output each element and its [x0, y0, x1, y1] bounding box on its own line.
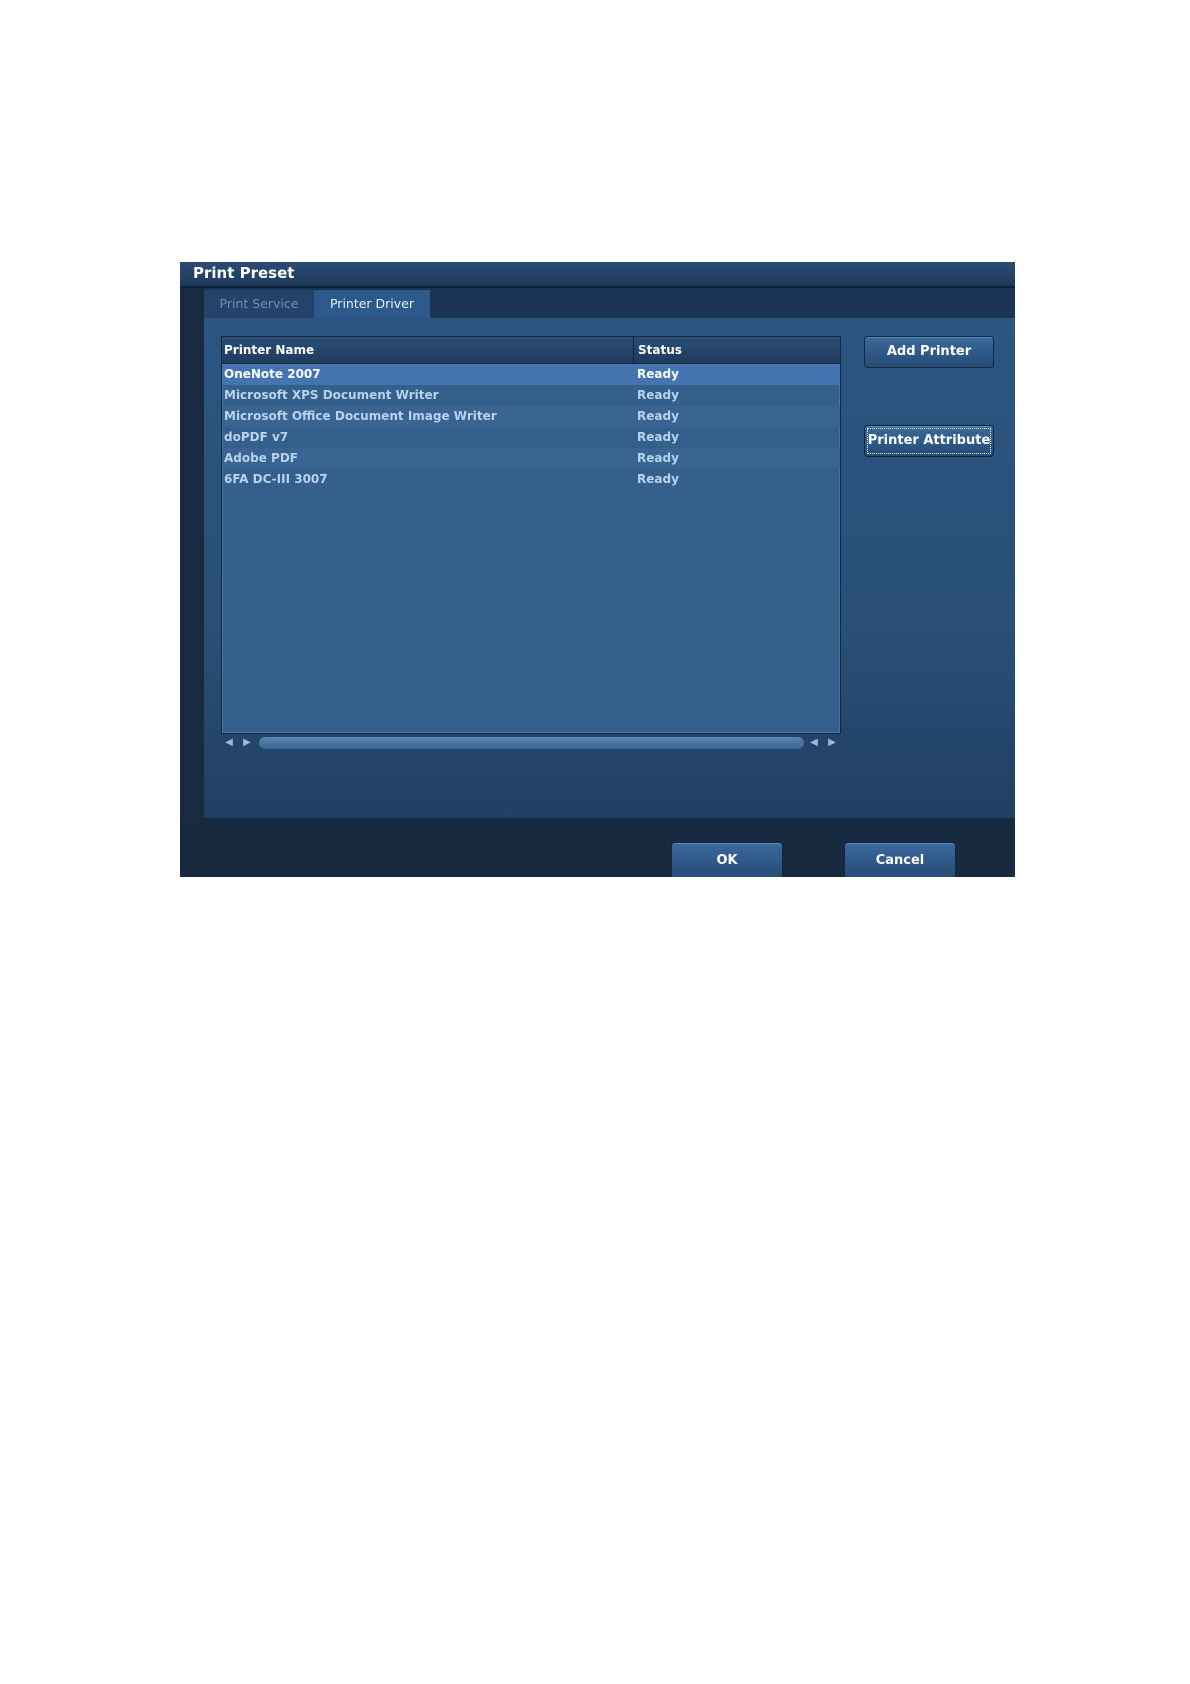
printer-status: Ready [637, 451, 679, 465]
printer-name: Microsoft Office Document Image Writer [224, 409, 497, 423]
tab-content-panel: Printer Name Status OneNote 2007 Ready M… [204, 318, 1015, 818]
scroll-right-button[interactable]: ▶ [239, 735, 255, 751]
printer-name: 6FA DC-III 3007 [224, 472, 328, 486]
printer-attribute-button[interactable]: Printer Attribute [864, 425, 994, 457]
triangle-right-icon: ▶ [828, 737, 836, 748]
dialog-titlebar: Print Preset [180, 262, 1015, 288]
printer-name: OneNote 2007 [224, 367, 321, 381]
dialog-footer: OK Cancel [180, 818, 1015, 877]
printer-name: Microsoft XPS Document Writer [224, 388, 439, 402]
column-header-status[interactable]: Status [638, 343, 682, 357]
column-header-printer-name[interactable]: Printer Name [224, 343, 314, 357]
print-preset-dialog: Print Preset Print Service Printer Drive… [180, 262, 1015, 877]
printer-status: Ready [637, 388, 679, 402]
printer-list-header: Printer Name Status [222, 337, 840, 364]
printer-name: Adobe PDF [224, 451, 298, 465]
dialog-title: Print Preset [193, 264, 295, 282]
scroll-right-button[interactable]: ▶ [824, 735, 840, 751]
triangle-right-icon: ▶ [243, 737, 251, 748]
scroll-thumb[interactable] [259, 737, 804, 749]
printer-status: Ready [637, 472, 679, 486]
printer-status: Ready [637, 430, 679, 444]
triangle-left-icon: ◀ [810, 737, 818, 748]
tab-printer-driver[interactable]: Printer Driver [314, 290, 430, 318]
printer-row[interactable]: Adobe PDF Ready [222, 448, 840, 469]
printer-name: doPDF v7 [224, 430, 289, 444]
printer-row[interactable]: Microsoft XPS Document Writer Ready [222, 385, 840, 406]
horizontal-scrollbar[interactable]: ◀ ▶ ◀ ▶ [221, 735, 841, 751]
add-printer-button[interactable]: Add Printer [864, 336, 994, 368]
scroll-left-button[interactable]: ◀ [221, 735, 237, 751]
printer-row[interactable]: OneNote 2007 Ready [222, 364, 840, 385]
column-divider[interactable] [633, 337, 634, 363]
ok-button[interactable]: OK [671, 842, 783, 877]
printer-status: Ready [637, 367, 679, 381]
tab-bar: Print Service Printer Driver [204, 288, 1015, 318]
triangle-left-icon: ◀ [225, 737, 233, 748]
printer-row[interactable]: 6FA DC-III 3007 Ready [222, 469, 840, 490]
cancel-button[interactable]: Cancel [844, 842, 956, 877]
scroll-track[interactable] [259, 737, 804, 749]
printer-status: Ready [637, 409, 679, 423]
printer-list: Printer Name Status OneNote 2007 Ready M… [221, 336, 841, 734]
scroll-left-button[interactable]: ◀ [806, 735, 822, 751]
printer-row[interactable]: doPDF v7 Ready [222, 427, 840, 448]
tab-print-service[interactable]: Print Service [204, 290, 314, 318]
printer-row[interactable]: Microsoft Office Document Image Writer R… [222, 406, 840, 427]
